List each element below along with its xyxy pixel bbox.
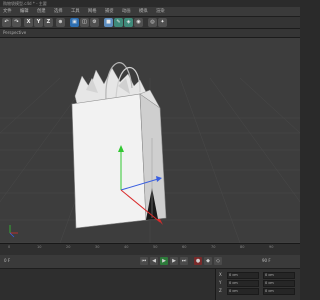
render-settings-icon[interactable]: ⚙: [90, 18, 99, 27]
menu-item-simulate[interactable]: 模拟: [139, 7, 148, 16]
coord-z-size-field[interactable]: 0 cm: [263, 288, 295, 295]
viewport-canvas: [0, 62, 300, 243]
redo-icon[interactable]: ↷: [12, 18, 21, 27]
world-axis-icon: [9, 225, 18, 238]
menu-item-create[interactable]: 创建: [37, 7, 46, 16]
title-bar: 购物袋模型.c4d * - 主要: [0, 0, 300, 7]
coord-y-position-field[interactable]: 0 cm: [227, 280, 259, 287]
timeline-tick: 90: [269, 245, 274, 249]
timeline-tick: 80: [240, 245, 245, 249]
deformer-icon[interactable]: ◉: [134, 18, 143, 27]
viewport-label: Perspective: [3, 30, 27, 35]
coordinates-panel: X 0 cm 0 cm Y 0 cm 0 cm Z 0 cm 0 cm: [216, 269, 300, 300]
viewport-header: Perspective: [0, 29, 300, 38]
coord-z-position-field[interactable]: 0 cm: [227, 288, 259, 295]
play-icon[interactable]: ▶: [160, 257, 168, 265]
timeline-tick: 40: [124, 245, 129, 249]
record-icon[interactable]: ●: [194, 257, 202, 265]
render-region-icon[interactable]: ◫: [80, 18, 89, 27]
shopping-bag-model[interactable]: [71, 89, 167, 229]
coord-axis-label: X: [219, 272, 222, 277]
frame-end-field[interactable]: 90 F: [262, 258, 271, 263]
cube-icon[interactable]: ■: [104, 18, 113, 27]
menu-bar: 文件 编辑 创建 选择 工具 网格 捕捉 动画 模拟 渲染: [0, 7, 300, 17]
timeline-tick: 0: [8, 245, 11, 249]
coordinate-system-icon[interactable]: ⊕: [56, 18, 65, 27]
coord-x-size-field[interactable]: 0 cm: [263, 272, 295, 279]
timeline-tick: 10: [37, 245, 42, 249]
timeline-tick: 20: [66, 245, 71, 249]
timeline-tick: 60: [182, 245, 187, 249]
next-frame-icon[interactable]: ▶: [170, 257, 178, 265]
coord-row-y: Y 0 cm 0 cm: [219, 280, 297, 287]
light-icon[interactable]: ✦: [158, 18, 167, 27]
axis-y-button[interactable]: Y: [34, 18, 43, 27]
coord-axis-label: Z: [219, 288, 222, 293]
main-toolbar: ↶ ↷ X Y Z ⊕ ▣ ◫ ⚙ ■ ✎ ◈ ◉ ◎ ✦: [0, 17, 300, 29]
menu-item-snap[interactable]: 捕捉: [105, 7, 114, 16]
timeline-tick: 70: [211, 245, 216, 249]
coord-axis-label: Y: [219, 280, 222, 285]
transport-bar: 0 F ⏮ ◀ ▶ ▶ ⏭ ● ◆ ◇ 90 F: [0, 255, 300, 269]
pen-icon[interactable]: ✎: [114, 18, 123, 27]
coord-y-size-field[interactable]: 0 cm: [263, 280, 295, 287]
axis-x-button[interactable]: X: [24, 18, 33, 27]
material-manager-panel[interactable]: [0, 269, 216, 300]
menu-item-animate[interactable]: 动画: [122, 7, 131, 16]
window-title: 购物袋模型.c4d * - 主要: [3, 1, 47, 6]
coord-x-position-field[interactable]: 0 cm: [227, 272, 259, 279]
menu-item-file[interactable]: 文件: [3, 7, 12, 16]
coord-row-x: X 0 cm 0 cm: [219, 272, 297, 279]
frame-start-field[interactable]: 0 F: [4, 258, 10, 263]
coord-row-z: Z 0 cm 0 cm: [219, 288, 297, 295]
menu-item-tools[interactable]: 工具: [71, 7, 80, 16]
go-to-end-icon[interactable]: ⏭: [180, 257, 188, 265]
menu-item-render[interactable]: 渲染: [156, 7, 165, 16]
prev-frame-icon[interactable]: ◀: [150, 257, 158, 265]
timeline-tick: 50: [153, 245, 158, 249]
menu-item-edit[interactable]: 编辑: [20, 7, 29, 16]
timeline-tick: 30: [95, 245, 100, 249]
auto-key-icon[interactable]: ◇: [214, 257, 222, 265]
go-to-start-icon[interactable]: ⏮: [140, 257, 148, 265]
menu-item-select[interactable]: 选择: [54, 7, 63, 16]
subdivide-icon[interactable]: ◈: [124, 18, 133, 27]
3d-viewport[interactable]: [0, 38, 300, 243]
keyframe-icon[interactable]: ◆: [204, 257, 212, 265]
camera-icon[interactable]: ◎: [148, 18, 157, 27]
render-view-icon[interactable]: ▣: [70, 18, 79, 27]
undo-icon[interactable]: ↶: [2, 18, 11, 27]
axis-z-button[interactable]: Z: [44, 18, 53, 27]
menu-item-mesh[interactable]: 网格: [88, 7, 97, 16]
